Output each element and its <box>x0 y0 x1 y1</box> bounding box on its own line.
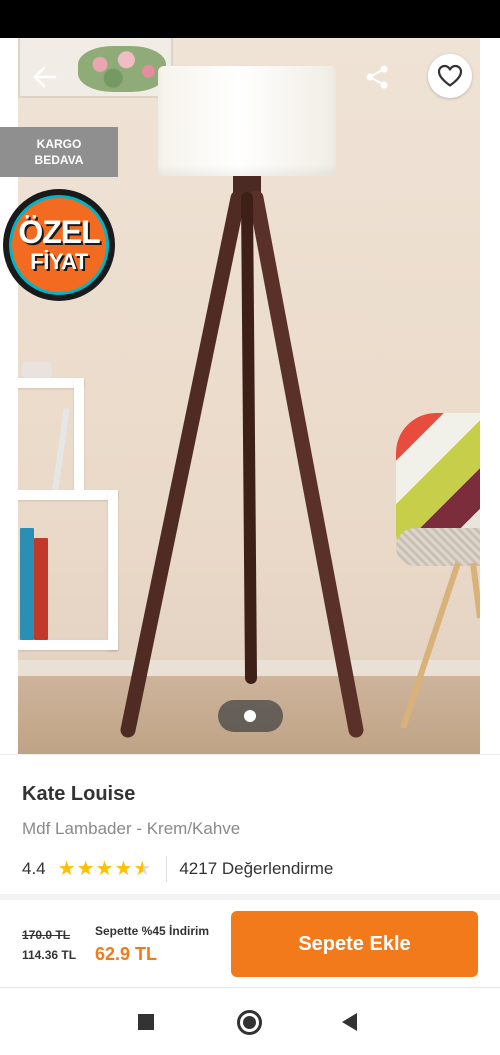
special-price-badge: ÖZEL FİYAT <box>3 189 115 301</box>
add-to-cart-button[interactable]: Sepete Ekle <box>231 911 478 977</box>
heart-outline-icon <box>437 64 463 87</box>
add-to-cart-bar: 170.0 TL 114.36 TL Sepette %45 İndirim 6… <box>0 900 500 988</box>
product-name: Mdf Lambader - Krem/Kahve <box>22 819 241 838</box>
share-icon <box>366 65 388 89</box>
status-bar <box>0 0 500 38</box>
circle-icon[interactable] <box>237 1010 262 1035</box>
share-button[interactable] <box>360 60 394 94</box>
free-shipping-badge: KARGO BEDAVA <box>0 127 118 177</box>
rating-divider <box>166 856 168 882</box>
gallery-indicator <box>218 700 283 732</box>
back-button[interactable] <box>28 60 62 94</box>
basket-discount-label: Sepette %45 İndirim <box>95 924 210 938</box>
rating-value: 4.4 <box>22 859 46 878</box>
cargo-badge-line2: BEDAVA <box>34 153 84 167</box>
cargo-badge-line1: KARGO <box>36 137 82 151</box>
current-price: 114.36 TL <box>22 948 77 962</box>
star-icon: ★ <box>76 858 95 880</box>
system-nav-bar <box>0 989 500 1055</box>
rating-stars: ★ ★ ★ ★ ★ <box>58 859 153 879</box>
half-star-icon: ★ <box>133 858 152 880</box>
gallery-dot-active <box>244 710 256 722</box>
special-badge-line2: FİYAT <box>30 249 88 274</box>
basket-price: 62.9 TL <box>95 944 158 964</box>
star-icon: ★ <box>57 858 76 880</box>
product-info: Kate Louise Mdf Lambader - Krem/Kahve 4.… <box>0 754 500 894</box>
product-image-gallery[interactable]: KARGO BEDAVA ÖZEL FİYAT <box>0 38 500 754</box>
square-icon[interactable] <box>138 1014 154 1030</box>
star-icon: ★ <box>114 858 133 880</box>
review-count[interactable]: 4217 Değerlendirme <box>179 859 333 879</box>
product-brand[interactable]: Kate Louise <box>22 783 135 806</box>
rating-row[interactable]: 4.4 ★ ★ ★ ★ ★ 4217 Değerlendirme <box>22 856 333 882</box>
triangle-back-icon[interactable] <box>342 1013 357 1031</box>
old-price: 170.0 TL <box>22 928 71 942</box>
favorite-button[interactable] <box>428 54 472 98</box>
special-badge-line1: ÖZEL <box>18 214 100 250</box>
special-price-badge-inner: ÖZEL FİYAT <box>9 195 109 295</box>
star-icon: ★ <box>95 858 114 880</box>
arrow-left-icon <box>33 66 57 88</box>
